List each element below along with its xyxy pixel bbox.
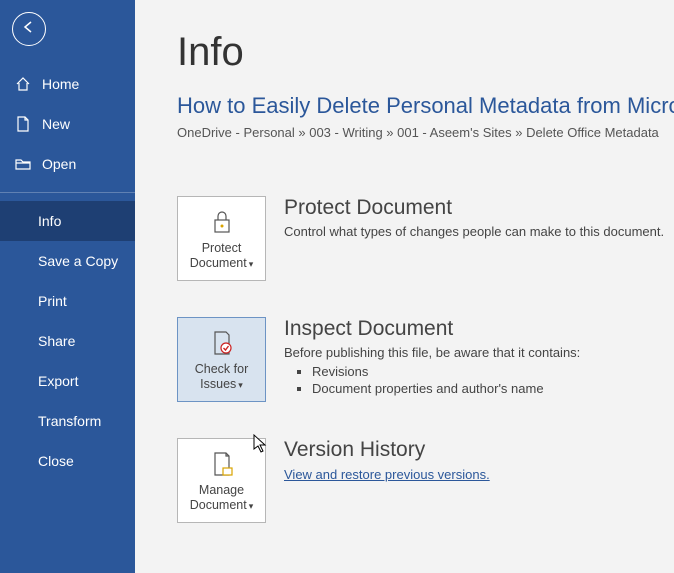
inspect-document-title: Inspect Document [284,317,674,341]
back-button[interactable] [12,12,46,46]
sidebar-item-open[interactable]: Open [0,144,135,184]
chevron-down-icon: ▾ [238,380,243,390]
sidebar-item-label: Home [42,76,79,92]
sidebar-item-label: Print [38,293,67,309]
list-item: Document properties and author's name [312,381,674,396]
sidebar-item-home[interactable]: Home [0,64,135,104]
sidebar-item-label: New [42,116,70,132]
info-panel: Info How to Easily Delete Personal Metad… [135,0,674,573]
document-title: How to Easily Delete Personal Metadata f… [177,93,674,119]
protect-document-title: Protect Document [284,196,674,220]
chevron-down-icon: ▾ [249,501,254,511]
document-icon [209,449,235,479]
sidebar-item-label: Save a Copy [38,253,118,269]
sidebar-bottom-group: Info Save a Copy Print Share Export Tran… [0,201,135,481]
sidebar-item-transform[interactable]: Transform [0,401,135,441]
protect-document-section: Protect Document▾ Protect Document Contr… [177,196,674,281]
sidebar-item-label: Transform [38,413,101,429]
protect-document-desc: Control what types of changes people can… [284,224,674,239]
chevron-down-icon: ▾ [249,259,254,269]
new-doc-icon [14,115,32,133]
inspect-document-section: Check for Issues▾ Inspect Document Befor… [177,317,674,402]
backstage-sidebar: Home New Open Info Save a Copy Print Sha… [0,0,135,573]
lock-icon [209,207,235,237]
manage-document-button[interactable]: Manage Document▾ [177,438,266,523]
sidebar-item-export[interactable]: Export [0,361,135,401]
sidebar-item-save-a-copy[interactable]: Save a Copy [0,241,135,281]
sidebar-item-label: Info [38,213,61,229]
protect-document-button[interactable]: Protect Document▾ [177,196,266,281]
sidebar-item-print[interactable]: Print [0,281,135,321]
sidebar-top-group: Home New Open [0,64,135,184]
document-check-icon [209,328,235,358]
sidebar-item-label: Open [42,156,76,172]
inspect-document-list: Revisions Document properties and author… [312,364,674,396]
version-history-link[interactable]: View and restore previous versions. [284,467,490,482]
check-for-issues-button[interactable]: Check for Issues▾ [177,317,266,402]
open-folder-icon [14,155,32,173]
sidebar-item-label: Share [38,333,75,349]
sidebar-item-close[interactable]: Close [0,441,135,481]
sidebar-item-label: Close [38,453,74,469]
back-arrow-icon [21,19,37,40]
sidebar-item-new[interactable]: New [0,104,135,144]
sidebar-item-label: Export [38,373,78,389]
inspect-document-desc: Before publishing this file, be aware th… [284,345,674,360]
version-history-title: Version History [284,438,674,462]
page-title: Info [177,30,674,75]
sidebar-item-info[interactable]: Info [0,201,135,241]
breadcrumb: OneDrive - Personal » 003 - Writing » 00… [177,125,674,140]
list-item: Revisions [312,364,674,379]
home-icon [14,75,32,93]
sidebar-divider [0,192,135,193]
sidebar-item-share[interactable]: Share [0,321,135,361]
version-history-section: Manage Document▾ Version History View an… [177,438,674,523]
